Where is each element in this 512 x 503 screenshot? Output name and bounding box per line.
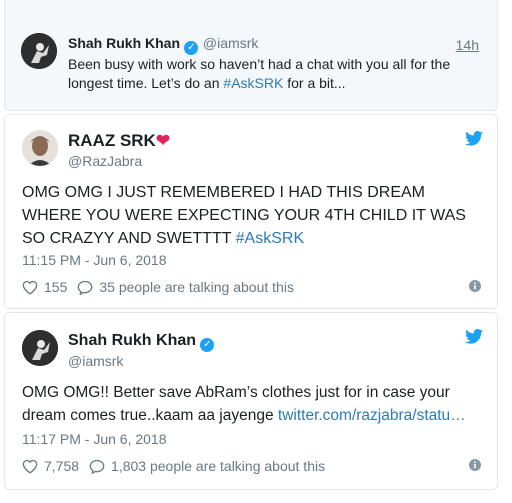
tweet1-author-name: RAAZ SRK (68, 131, 156, 150)
reply-icon (78, 280, 93, 295)
tweet1-info-button[interactable] (469, 279, 481, 295)
reply-icon (89, 459, 105, 474)
parent-author-name[interactable]: Shah Rukh Khan (68, 35, 180, 51)
parent-header: Shah Rukh Khan ✓ @iamsrk (68, 35, 258, 55)
info-icon (469, 280, 481, 292)
tweet2-header: Shah Rukh Khan ✓ (68, 332, 215, 352)
tweet2-reply-text: 1,803 people are talking about this (111, 458, 326, 474)
heart-icon (22, 280, 38, 295)
heart-emoji: ❤ (155, 131, 171, 150)
twitter-bird-icon[interactable] (465, 131, 483, 146)
tweet-razjabra[interactable]: RAAZ SRK❤ @RazJabra OMG OMG I JUST REMEM… (4, 114, 498, 309)
tweet1-like-count: 155 (44, 279, 68, 295)
tweet1-author-handle[interactable]: @RazJabra (68, 153, 142, 169)
verified-badge-icon: ✓ (200, 338, 215, 352)
tweet1-timestamp[interactable]: 11:15 PM - Jun 6, 2018 (22, 252, 167, 268)
tweet2-link[interactable]: twitter.com/razjabra/statu… (278, 407, 466, 424)
tweet1-reply-button[interactable]: 35 people are talking about this (77, 279, 294, 295)
heart-icon (22, 459, 38, 474)
parent-hashtag[interactable]: #AskSRK (223, 75, 283, 91)
parent-text: Been busy with work so haven’t had a cha… (68, 55, 468, 93)
parent-text-after: for a bit... (283, 75, 346, 91)
tweet2-author-handle[interactable]: @iamsrk (68, 353, 123, 369)
tweet1-hashtag[interactable]: #AskSRK (236, 230, 304, 247)
parent-time[interactable]: 14h (456, 37, 479, 53)
tweet1-actions: 155 35 people are talking about this (22, 279, 481, 295)
tweet2-like-count: 7,758 (44, 458, 80, 474)
tweet2-timestamp[interactable]: 11:17 PM - Jun 6, 2018 (22, 431, 167, 447)
info-icon (469, 459, 481, 471)
tweet2-author-name[interactable]: Shah Rukh Khan (68, 332, 196, 349)
parent-avatar[interactable] (21, 33, 57, 69)
tweet1-reply-text: 35 people are talking about this (99, 279, 294, 295)
avatar-image (22, 130, 58, 166)
tweet2-avatar[interactable] (22, 330, 58, 366)
avatar-image (22, 330, 58, 366)
tweet2-reply-button[interactable]: 1,803 people are talking about this (89, 458, 325, 474)
tweet2-text: OMG OMG!! Better save AbRam’s clothes ju… (22, 381, 485, 427)
tweet2-actions: 7,758 1,803 people are talking about thi… (22, 458, 481, 474)
tweet-iamsrk-reply[interactable]: Shah Rukh Khan ✓ @iamsrk OMG OMG!! Bette… (4, 312, 498, 490)
verified-badge-icon: ✓ (184, 41, 199, 55)
tweet1-author[interactable]: RAAZ SRK❤ (68, 131, 170, 151)
tweet2-info-button[interactable] (469, 458, 481, 474)
tweet1-avatar[interactable] (22, 130, 58, 166)
parent-author-handle[interactable]: @iamsrk (203, 35, 258, 51)
parent-tweet[interactable]: Shah Rukh Khan ✓ @iamsrk 14h Been busy w… (4, 0, 498, 111)
avatar-image (21, 33, 57, 69)
tweet1-like-button[interactable]: 155 (22, 279, 67, 295)
tweet2-like-button[interactable]: 7,758 (22, 458, 79, 474)
twitter-bird-icon[interactable] (465, 329, 483, 344)
tweet1-text: OMG OMG I JUST REMEMBERED I HAD THIS DRE… (22, 181, 485, 250)
